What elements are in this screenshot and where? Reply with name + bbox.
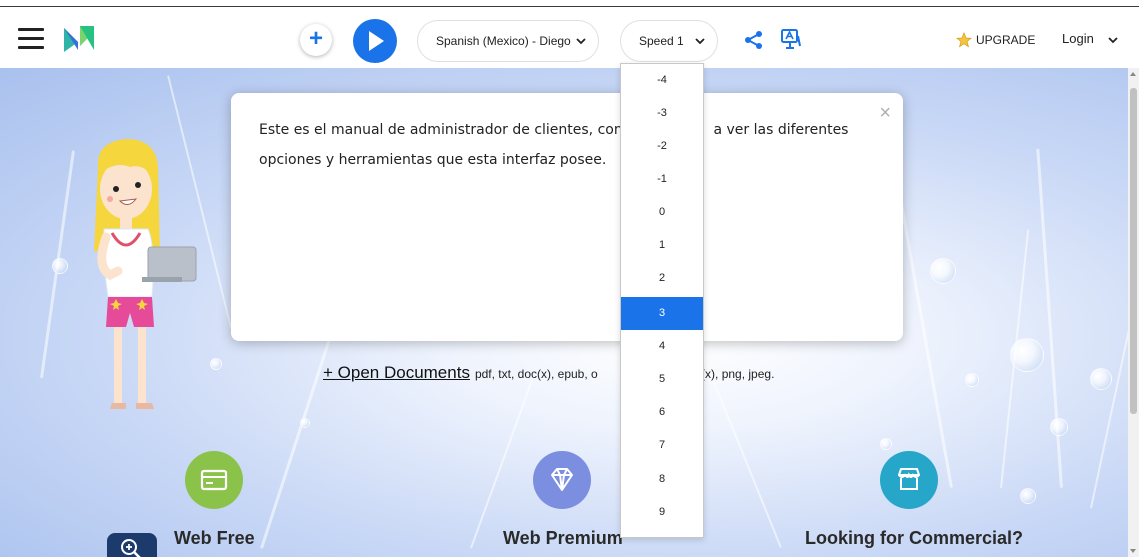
- speed-option[interactable]: 0: [621, 196, 703, 229]
- commercial-icon-circle[interactable]: [880, 451, 938, 509]
- girl-illustration: [94, 139, 197, 409]
- speed-option[interactable]: 8: [621, 463, 703, 496]
- popup-text-line2: opciones y herramientas que esta interfa…: [259, 152, 607, 168]
- speed-dropdown: -4 -3 -2 -1 0 1 2 3 4 5 6 7 8 9: [620, 63, 704, 538]
- speed-select[interactable]: Speed 1: [620, 20, 718, 62]
- zoom-in-icon: [121, 539, 141, 557]
- speed-option[interactable]: 7: [621, 429, 703, 462]
- web-free-title[interactable]: Web Free: [174, 528, 255, 549]
- top-border: [0, 0, 1139, 7]
- info-popup: Este es el manual de administrador de cl…: [231, 93, 903, 341]
- voice-select[interactable]: Spanish (Mexico) - Diego: [417, 20, 599, 62]
- speed-option[interactable]: -4: [621, 64, 703, 97]
- star-icon: [956, 32, 972, 48]
- upgrade-button[interactable]: UPGRADE: [956, 32, 1035, 48]
- translate-icon[interactable]: [780, 28, 802, 50]
- speed-option[interactable]: 9: [621, 496, 703, 529]
- chevron-down-icon: [576, 38, 586, 45]
- speed-select-label: Speed 1: [639, 34, 684, 48]
- logo-icon[interactable]: [62, 24, 96, 54]
- play-button[interactable]: [353, 19, 397, 63]
- voice-select-label: Spanish (Mexico) - Diego: [436, 34, 571, 48]
- menu-icon[interactable]: [18, 28, 44, 50]
- popup-text-line1-right: a ver las diferentes: [713, 122, 849, 138]
- popup-close-button[interactable]: ×: [879, 103, 891, 123]
- open-documents-link[interactable]: + Open Documents: [323, 363, 470, 383]
- speed-option[interactable]: -2: [621, 130, 703, 163]
- open-documents-row: + Open Documents pdf, txt, doc(x), epub,…: [323, 363, 774, 383]
- speed-option-selected[interactable]: 3: [621, 297, 703, 330]
- header: + Spanish (Mexico) - Diego Speed 1 UPGRA…: [0, 8, 1139, 68]
- scroll-up-arrow-icon[interactable]: [1130, 72, 1136, 76]
- popup-message: Este es el manual de administrador de cl…: [259, 115, 859, 175]
- commercial-title[interactable]: Looking for Commercial?: [805, 528, 1023, 549]
- speed-option[interactable]: -1: [621, 163, 703, 196]
- store-icon: [898, 468, 920, 490]
- login-button[interactable]: Login: [1062, 31, 1094, 46]
- scrollbar-thumb[interactable]: [1130, 88, 1137, 414]
- play-icon: [369, 31, 384, 51]
- speed-option[interactable]: 5: [621, 363, 703, 396]
- card-icon: [200, 469, 228, 491]
- speed-option[interactable]: 2: [621, 262, 703, 295]
- chevron-down-icon[interactable]: [1108, 35, 1118, 45]
- popup-text-line1-left: Este es el manual de administrador de cl…: [259, 122, 628, 138]
- speed-option[interactable]: 4: [621, 330, 703, 363]
- page-scrollbar[interactable]: [1128, 68, 1139, 557]
- zoom-button[interactable]: [107, 533, 157, 557]
- web-premium-title[interactable]: Web Premium: [503, 528, 623, 549]
- add-button[interactable]: +: [300, 24, 332, 56]
- scroll-down-arrow-icon[interactable]: [1130, 549, 1136, 553]
- formats-text-left: pdf, txt, doc(x), epub, o: [474, 367, 598, 381]
- web-free-icon-circle[interactable]: [185, 451, 243, 509]
- speed-option[interactable]: -3: [621, 97, 703, 130]
- diamond-icon: [551, 468, 573, 491]
- upgrade-label: UPGRADE: [976, 33, 1036, 47]
- share-icon[interactable]: [744, 30, 764, 50]
- speed-option[interactable]: 6: [621, 396, 703, 429]
- web-premium-icon-circle[interactable]: [533, 451, 591, 509]
- speed-option[interactable]: 1: [621, 229, 703, 262]
- chevron-down-icon: [695, 38, 705, 45]
